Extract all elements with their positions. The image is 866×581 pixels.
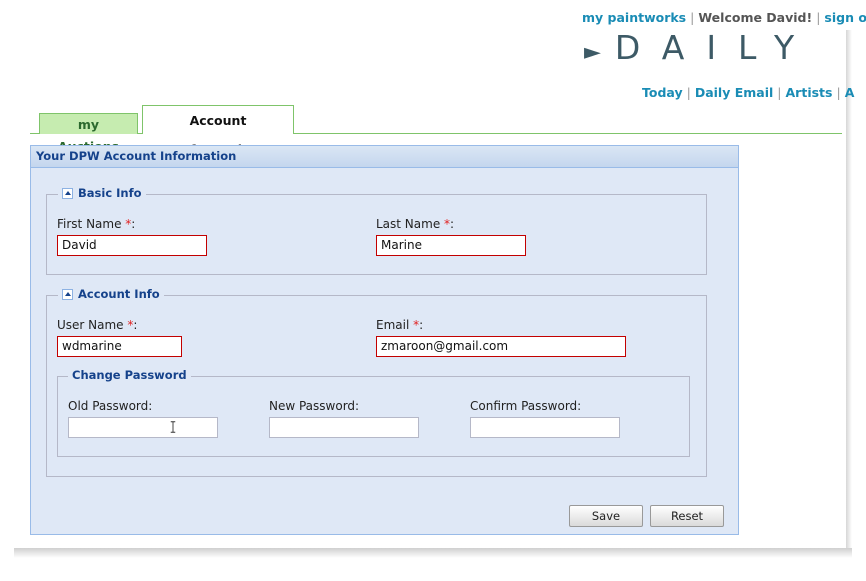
save-button[interactable]: Save xyxy=(569,505,643,527)
user-name-field[interactable]: wdmarine xyxy=(57,336,182,357)
basic-info-fieldset: Basic Info First Name *: David Last Name… xyxy=(46,186,707,275)
old-password-field[interactable] xyxy=(68,417,218,438)
email-label: Email *: xyxy=(376,318,424,332)
new-password-field[interactable] xyxy=(269,417,419,438)
my-paintworks-link[interactable]: my paintworks xyxy=(582,10,686,25)
tab-account-information[interactable]: Account Information xyxy=(142,105,294,157)
text-cursor-icon xyxy=(170,421,176,433)
old-password-label: Old Password: xyxy=(68,399,153,413)
basic-info-legend[interactable]: Basic Info xyxy=(58,186,146,200)
brand-arrow-icon: ► xyxy=(584,40,601,65)
main-nav: Today | Daily Email | Artists | A xyxy=(642,85,854,100)
confirm-password-field[interactable] xyxy=(470,417,620,438)
account-info-legend[interactable]: Account Info xyxy=(58,287,164,301)
nav-separator: | xyxy=(690,10,695,25)
first-name-field[interactable]: David xyxy=(57,235,207,256)
collapse-up-icon[interactable] xyxy=(62,187,73,199)
welcome-text: Welcome David! xyxy=(698,10,813,25)
account-panel: Your DPW Account Information Basic Info … xyxy=(30,145,739,535)
nav-separator: | xyxy=(777,85,782,100)
site-logo[interactable]: ► DAILY xyxy=(584,28,816,68)
panel-title: Your DPW Account Information xyxy=(31,146,738,168)
nav-more-link[interactable]: A xyxy=(845,85,855,100)
nav-artists-link[interactable]: Artists xyxy=(786,85,833,100)
nav-today-link[interactable]: Today xyxy=(642,85,683,100)
collapse-up-icon[interactable] xyxy=(62,288,73,300)
last-name-label: Last Name *: xyxy=(376,217,455,231)
tab-my-auctions[interactable]: my Auctions xyxy=(39,113,138,154)
user-name-label: User Name *: xyxy=(57,318,138,332)
new-password-label: New Password: xyxy=(269,399,360,413)
page-shadow-right xyxy=(846,30,852,550)
email-field[interactable]: zmaroon@gmail.com xyxy=(376,336,626,357)
nav-daily-email-link[interactable]: Daily Email xyxy=(695,85,773,100)
basic-info-legend-label: Basic Info xyxy=(78,186,142,200)
nav-separator: | xyxy=(686,85,691,100)
last-name-field[interactable]: Marine xyxy=(376,235,526,256)
page-shadow-bottom xyxy=(14,548,852,558)
first-name-label: First Name *: xyxy=(57,217,136,231)
brand-wordmark: DAILY xyxy=(614,28,817,67)
reset-button[interactable]: Reset xyxy=(650,505,724,527)
change-password-fieldset: Change Password Old Password: New Passwo… xyxy=(57,368,690,457)
account-info-legend-label: Account Info xyxy=(78,287,160,301)
account-info-fieldset: Account Info User Name *: wdmarine Email… xyxy=(46,287,707,477)
change-password-legend: Change Password xyxy=(68,368,191,382)
nav-separator: | xyxy=(816,10,821,25)
nav-separator: | xyxy=(836,85,841,100)
confirm-password-label: Confirm Password: xyxy=(470,399,582,413)
sign-out-link[interactable]: sign o xyxy=(824,10,866,25)
top-nav: my paintworks | Welcome David! | sign o xyxy=(582,10,866,25)
